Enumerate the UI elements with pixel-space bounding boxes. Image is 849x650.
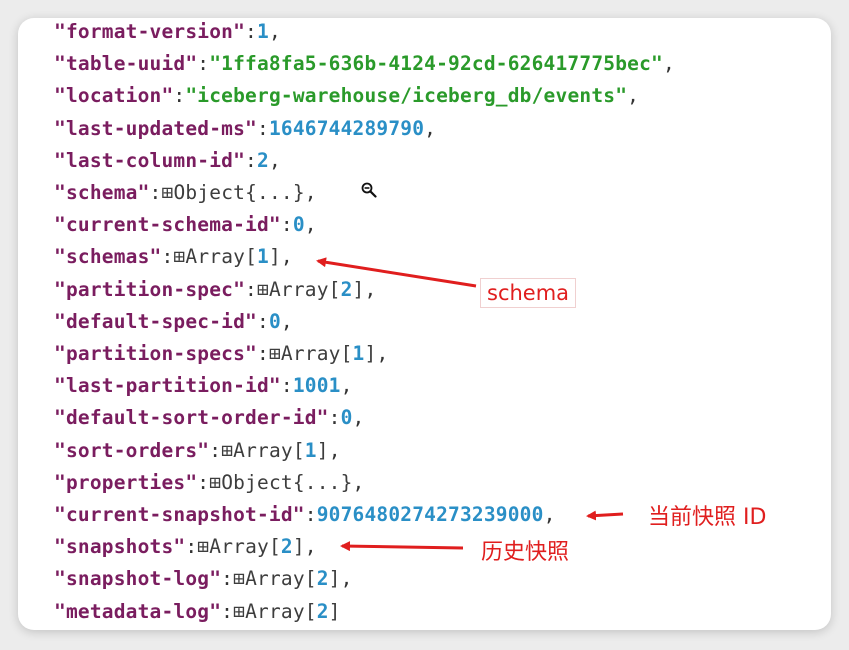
schema-arrow	[316, 257, 477, 288]
current-snapshot-annotation: 当前快照 ID	[648, 505, 767, 530]
snapshots-annotation: 历史快照	[481, 540, 570, 565]
annotation-arrows	[316, 257, 624, 552]
current-snapshot-arrow	[586, 510, 624, 521]
snapshots-arrow	[340, 541, 464, 552]
zoom-out-icon[interactable]	[361, 182, 377, 198]
json-viewer-panel: "format-version":1, "table-uuid":"1ffa8fa…	[18, 18, 831, 630]
schema-annotation: schema	[480, 278, 577, 308]
